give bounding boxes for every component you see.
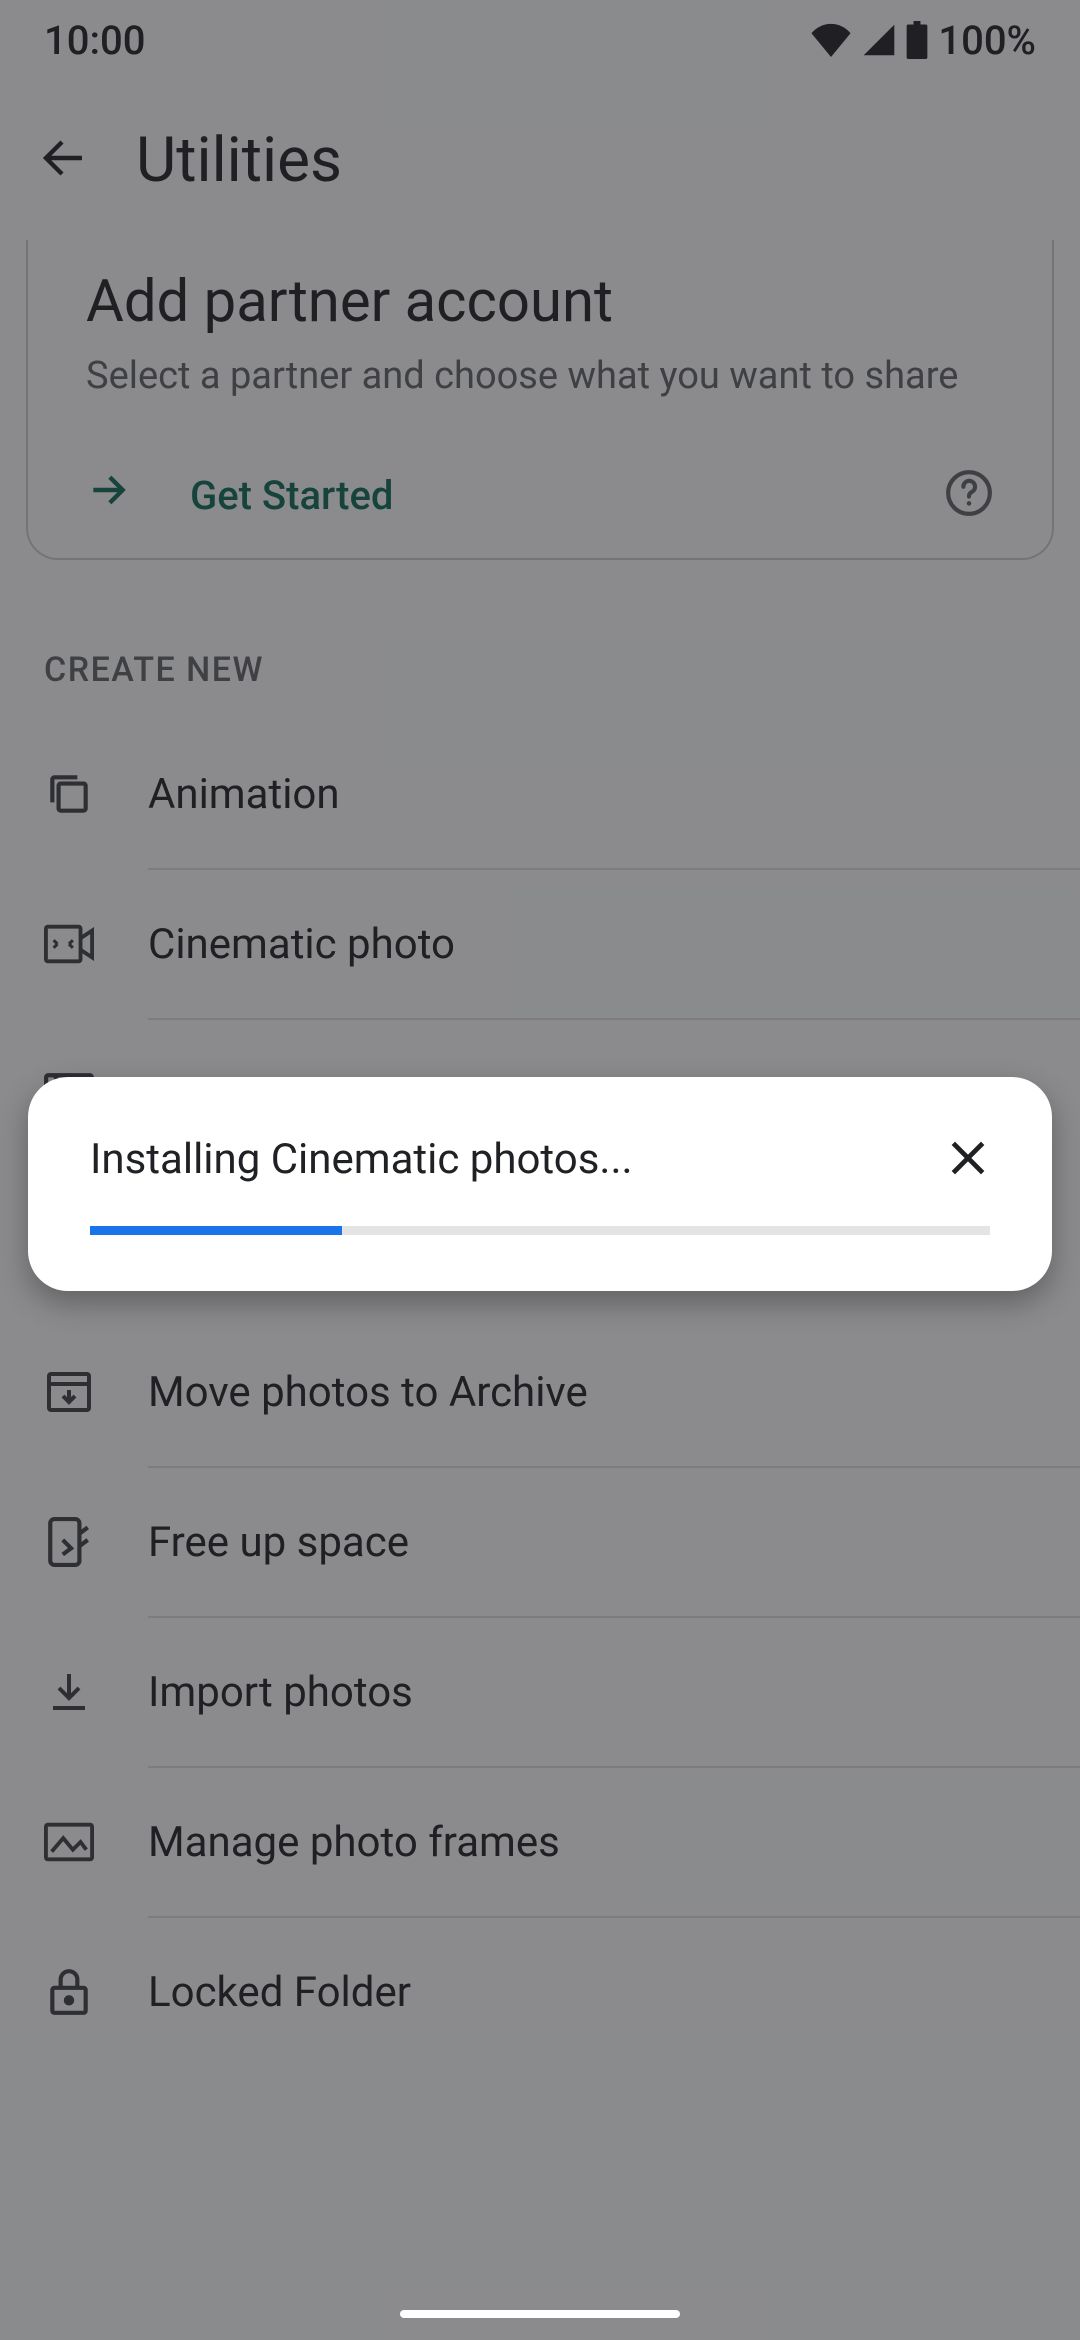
- progress-bar: [90, 1226, 990, 1235]
- gesture-nav-indicator: [400, 2310, 680, 2318]
- progress-bar-fill: [90, 1226, 342, 1235]
- close-icon[interactable]: [946, 1136, 990, 1184]
- install-progress-dialog: Installing Cinematic photos...: [28, 1077, 1052, 1291]
- screen: 10:00 100% Utilities Add partner account…: [0, 0, 1080, 2340]
- dialog-title: Installing Cinematic photos...: [90, 1135, 633, 1184]
